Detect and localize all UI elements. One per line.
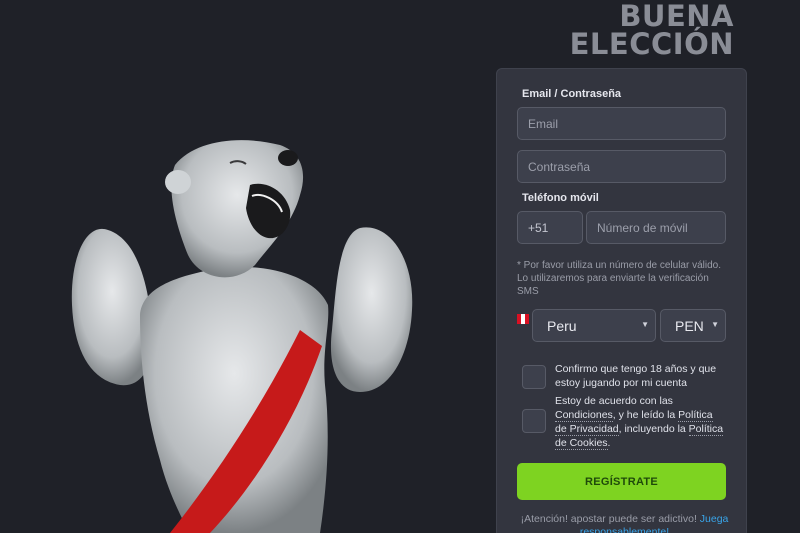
password-input[interactable]: Contraseña	[517, 150, 726, 183]
register-button[interactable]: REGÍSTRATE	[517, 463, 726, 500]
email-password-label: Email / Contraseña	[522, 88, 622, 100]
terms-end: .	[607, 437, 611, 449]
terms-checkbox[interactable]	[522, 409, 546, 433]
terms-mid2: , incluyendo la	[618, 423, 689, 435]
warning-text: ¡Atención! apostar puede ser adictivo!	[520, 513, 700, 525]
hero-title-line2: ELECCIÓN	[569, 27, 734, 61]
currency-select[interactable]: PEN ▼	[660, 309, 726, 342]
email-input[interactable]: Email	[517, 107, 726, 140]
age-confirm-text: Confirmo que tengo 18 años y que estoy j…	[555, 363, 717, 389]
email-placeholder: Email	[528, 116, 559, 131]
terms-text: Estoy de acuerdo con las Condiciones, y …	[555, 394, 725, 450]
phone-prefix-input[interactable]: +51	[517, 211, 583, 244]
terms-prefix: Estoy de acuerdo con las	[555, 395, 673, 407]
registration-panel: Email / Contraseña Email Contraseña Telé…	[496, 68, 747, 533]
terms-link[interactable]: Condiciones	[555, 409, 613, 422]
country-value: Peru	[547, 317, 577, 334]
polar-bear-illustration	[71, 140, 413, 533]
phone-number-placeholder: Número de móvil	[597, 220, 688, 235]
phone-note: * Por favor utiliza un número de celular…	[517, 260, 721, 297]
age-confirm-checkbox[interactable]	[522, 365, 546, 389]
phone-prefix: +51	[528, 220, 549, 235]
terms-mid: , y he leído la	[612, 409, 679, 421]
caret-down-icon: ▼	[711, 320, 719, 329]
country-select[interactable]: Peru ▼	[532, 309, 656, 342]
currency-value: PEN	[675, 317, 704, 334]
peru-flag-icon	[517, 314, 529, 324]
gambling-warning: ¡Atención! apostar puede ser adictivo! J…	[517, 513, 732, 533]
hero-title-line1: BUENA	[619, 0, 734, 33]
phone-label: Teléfono móvil	[522, 192, 599, 204]
phone-number-input[interactable]: Número de móvil	[586, 211, 726, 244]
hero-title: BUENA ELECCIÓN	[569, 0, 734, 61]
password-placeholder: Contraseña	[528, 159, 591, 174]
caret-down-icon: ▼	[641, 320, 649, 329]
